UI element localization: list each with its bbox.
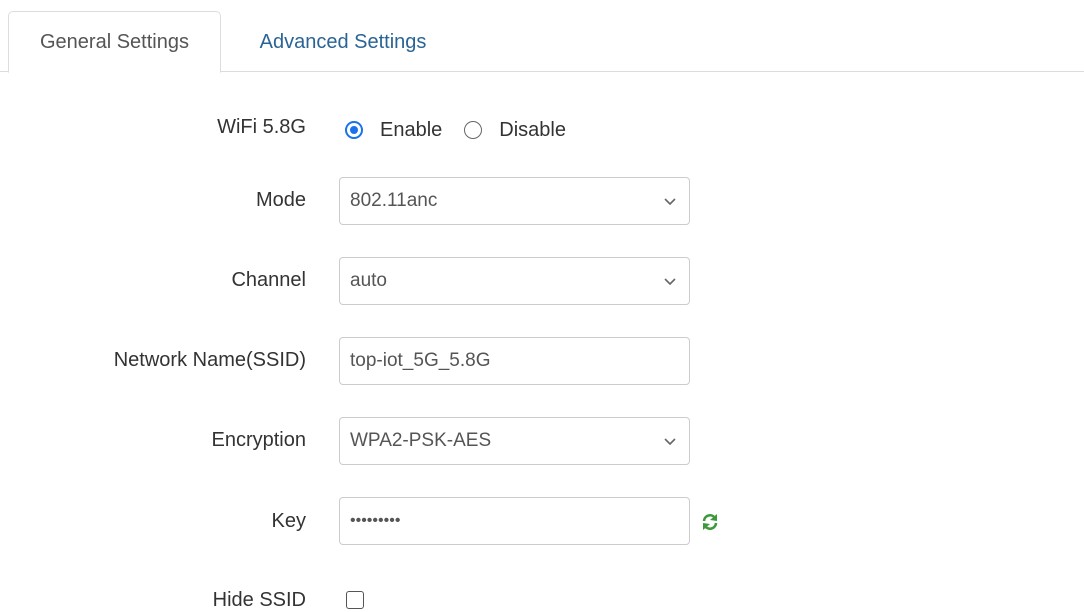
wifi-label: WiFi 5.8G (217, 116, 306, 138)
mode-value: 802.11anc (350, 190, 438, 211)
encryption-value: WPA2-PSK-AES (350, 430, 492, 451)
ssid-label: Network Name(SSID) (113, 349, 306, 371)
encryption-label: Encryption (211, 429, 307, 451)
key-label: Key (271, 510, 306, 532)
mode-select[interactable]: 802.11anc (339, 177, 690, 225)
encryption-select[interactable]: WPA2-PSK-AES (339, 417, 690, 465)
chevron-down-icon (664, 438, 676, 446)
key-value: ••••••••• (350, 512, 401, 529)
chevron-down-icon (664, 278, 676, 286)
wifi-enable-radio[interactable] (345, 121, 363, 139)
tab-advanced-settings[interactable]: Advanced Settings (228, 11, 458, 72)
ssid-value: top-iot_5G_5.8G (350, 350, 491, 371)
chevron-down-icon (664, 198, 676, 206)
wifi-disable-radio[interactable] (464, 121, 483, 139)
ssid-input[interactable]: top-iot_5G_5.8G (339, 337, 690, 385)
settings-tabs: General Settings Advanced Settings (0, 0, 1084, 73)
channel-value: auto (350, 270, 387, 291)
wifi-radio-group: Enable Disable (345, 115, 588, 145)
mode-label: Mode (255, 189, 306, 211)
refresh-icon[interactable] (699, 511, 721, 533)
wifi-disable-label[interactable]: Disable (499, 119, 566, 142)
hide-ssid-checkbox[interactable] (346, 591, 364, 609)
key-input[interactable]: ••••••••• (339, 497, 690, 545)
channel-select[interactable]: auto (339, 257, 690, 305)
hide-ssid-label: Hide SSID (212, 589, 306, 611)
wifi-enable-label[interactable]: Enable (380, 119, 442, 142)
tab-general-settings[interactable]: General Settings (8, 11, 221, 73)
channel-label: Channel (231, 269, 306, 291)
